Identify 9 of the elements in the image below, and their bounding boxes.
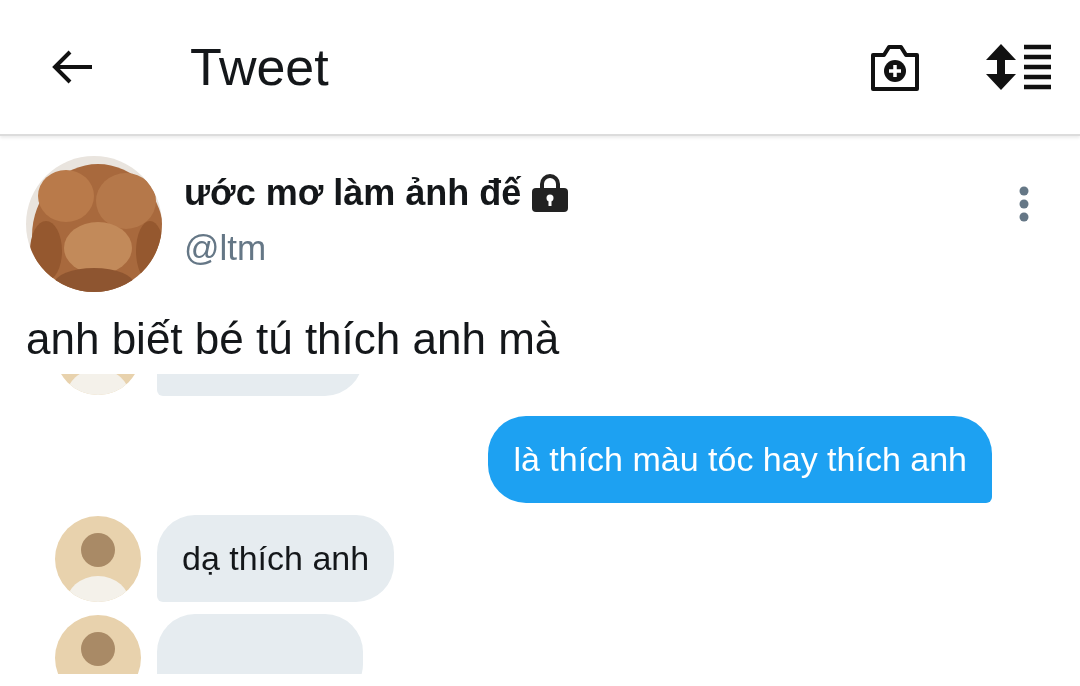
author-name[interactable]: ước mơ làm ảnh đế — [184, 172, 522, 214]
received-message: dạ thích anh — [157, 515, 395, 602]
author-handle[interactable]: @ltm — [184, 228, 570, 268]
tweet-text: anh biết bé tú thích anh mà — [26, 314, 561, 364]
back-icon[interactable] — [50, 49, 94, 85]
sent-message: là thích màu tóc hay thích anh — [488, 416, 992, 503]
more-icon[interactable] — [1018, 186, 1030, 222]
sort-icon[interactable] — [986, 42, 1052, 92]
page-title: Tweet — [190, 37, 329, 97]
